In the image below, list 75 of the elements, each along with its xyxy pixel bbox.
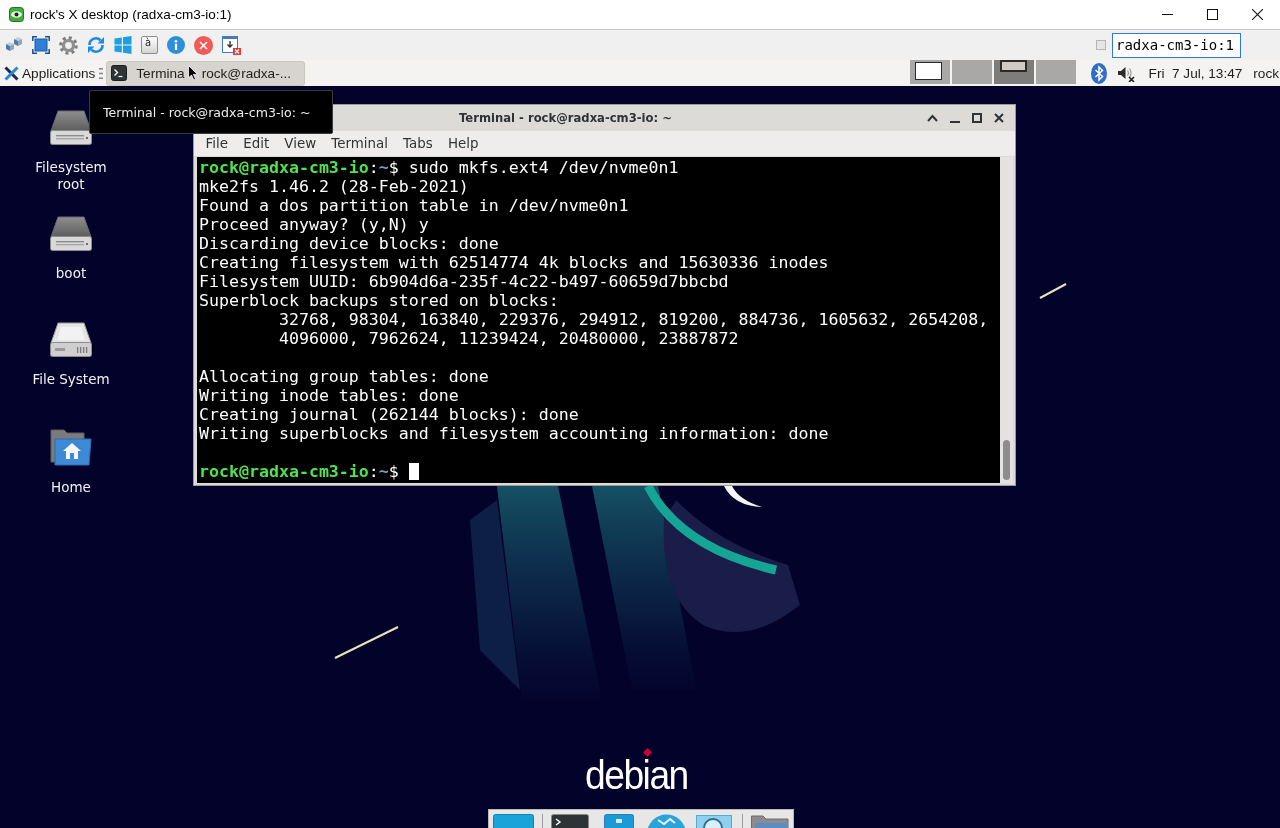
maximize-icon[interactable]	[972, 113, 982, 123]
debian-logo: debian	[585, 758, 688, 792]
menu-item[interactable]: Edit	[235, 136, 277, 151]
four-panes-icon[interactable]	[114, 36, 132, 54]
key-button[interactable]: à	[141, 36, 158, 54]
light-streak	[334, 626, 399, 659]
close-icon[interactable]	[994, 113, 1004, 123]
mouse-pointer-icon	[187, 64, 198, 81]
drive-icon[interactable]	[49, 110, 93, 146]
output-line: Filesystem UUID: 6b904d6a-235f-4c22-b497-60659d7bbcbd	[199, 272, 730, 291]
eye-icon	[9, 7, 24, 22]
bluetooth-icon[interactable]	[1090, 62, 1107, 84]
x-logo-icon[interactable]	[4, 65, 19, 81]
desktop-icon-label[interactable]: boot	[26, 265, 116, 282]
output-line: Writing inode tables: done	[199, 386, 460, 405]
refresh-icon[interactable]	[87, 36, 105, 54]
output-line: Creating journal (262144 blocks): done	[199, 405, 580, 424]
drive-icon[interactable]	[49, 216, 93, 252]
output-line: Allocating group tables: done	[199, 367, 490, 386]
output-line: Proceed anyway? (y,N) y	[199, 215, 430, 234]
terminal-icon	[111, 65, 128, 81]
cubes-icon[interactable]	[5, 37, 23, 53]
window-title: rock's X desktop (radxa-cm3-io:1)	[30, 7, 232, 22]
app-tile-icon[interactable]	[604, 814, 634, 828]
scrollbar-thumb[interactable]	[1003, 440, 1010, 480]
workspace-cell[interactable]	[1035, 60, 1076, 84]
user-name[interactable]: rock	[1253, 65, 1279, 81]
close-icon[interactable]	[1252, 9, 1263, 20]
workspace-cell[interactable]	[951, 60, 992, 84]
drag-handle-icon[interactable]	[99, 67, 104, 79]
window-download-icon[interactable]	[222, 35, 241, 55]
output-line: 32768, 98304, 163840, 229376, 294912, 819200, 884736, 1605632, 2654208,	[277, 310, 990, 329]
diamond-icon	[643, 748, 652, 757]
output-line: 4096000, 7962624, 11239424, 20480000, 23887872	[277, 329, 740, 348]
applications-menu[interactable]: Applications	[22, 65, 96, 81]
clock[interactable]: Fri 7 Jul, 13:47	[1148, 65, 1243, 81]
desktop-icon-label[interactable]: Filesystem root	[26, 159, 116, 193]
command-line: rock@radxa-cm3-io:~$ sudo mkfs.ext4 /dev/nvme0n1	[199, 158, 679, 177]
tooltip: Terminal - rock@radxa-cm3-io: ~	[89, 90, 333, 134]
speaker-muted-icon[interactable]	[1116, 64, 1135, 82]
globe-icon[interactable]	[646, 814, 687, 828]
host-field[interactable]: radxa-cm3-io:1	[1112, 32, 1241, 58]
command-line: rock@radxa-cm3-io:~$	[199, 462, 399, 481]
maximize-icon[interactable]	[1207, 9, 1218, 20]
workspace-cell[interactable]	[993, 60, 1034, 84]
output-line: mke2fs 1.46.2 (28-Feb-2021)	[199, 177, 470, 196]
output-line: Found a dos partition table in /dev/nvme0n1	[199, 196, 630, 215]
terminal-screen[interactable]	[197, 157, 1000, 483]
menu-item[interactable]: Tabs	[395, 136, 441, 151]
hard-disk-icon[interactable]	[49, 322, 93, 358]
fullscreen-icon[interactable]	[32, 36, 50, 54]
folder-icon[interactable]	[751, 814, 789, 828]
scrollbar-track[interactable]	[1000, 157, 1013, 483]
output-line: Superblock backups stored on blocks:	[199, 291, 560, 310]
terminal-title: Terminal - rock@radxa-cm3-io: ~	[459, 111, 672, 125]
workspace-cell[interactable]	[909, 60, 950, 84]
caret-up-icon[interactable]	[927, 114, 938, 122]
menu-item[interactable]: Help	[440, 136, 487, 151]
menu-item[interactable]: View	[276, 136, 324, 151]
menu-item[interactable]: File	[198, 136, 236, 151]
desktop-icon-label[interactable]: File System	[26, 371, 116, 388]
output-line: Discarding device blocks: done	[199, 234, 500, 253]
x-circle-icon[interactable]	[194, 35, 213, 55]
home-folder-icon[interactable]	[50, 428, 92, 466]
output-line: Creating filesystem with 62514774 4k blocks and 15630336 inodes	[199, 253, 830, 272]
settings-icon[interactable]	[59, 35, 78, 55]
desktop-icon-label[interactable]: Home	[26, 479, 116, 496]
output-line: Writing superblocks and filesystem accounting information: done	[199, 424, 830, 443]
terminal-icon[interactable]	[551, 814, 589, 828]
checkbox-icon	[1096, 40, 1106, 50]
taskbar-button[interactable]: Termina rock@radxa-...	[106, 60, 306, 86]
light-streak	[1039, 283, 1067, 299]
search-icon[interactable]	[696, 814, 732, 828]
info-icon[interactable]	[167, 36, 185, 54]
menu-item[interactable]: Terminal	[323, 136, 396, 151]
